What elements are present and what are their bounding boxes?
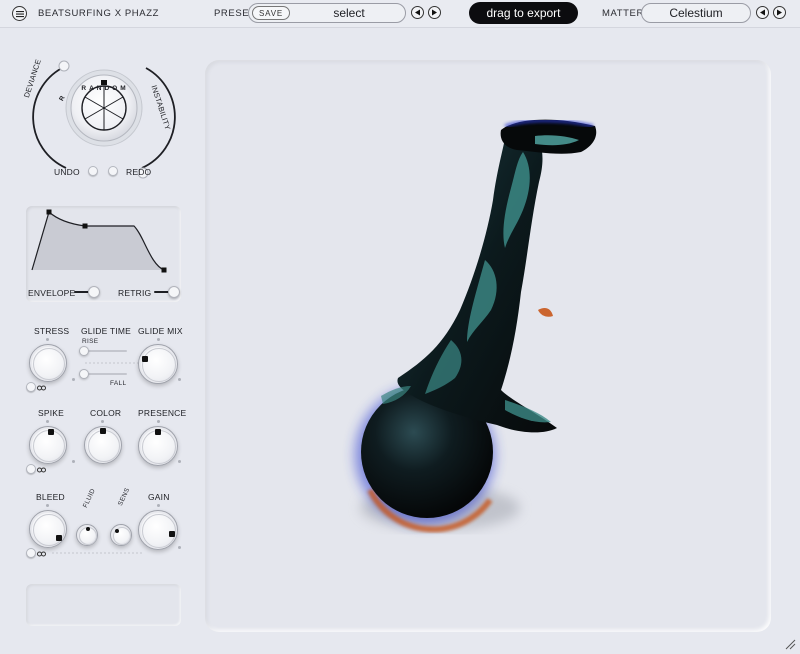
preset-next-button[interactable] bbox=[428, 6, 441, 19]
preset-prev-button[interactable] bbox=[411, 6, 424, 19]
envelope-toggle[interactable] bbox=[74, 286, 100, 298]
matter-next-button[interactable] bbox=[773, 6, 786, 19]
matter-visualizer[interactable] bbox=[205, 60, 771, 632]
glide-rise-slider[interactable] bbox=[79, 346, 127, 356]
spike-knob[interactable] bbox=[29, 426, 67, 464]
menu-button[interactable] bbox=[12, 6, 27, 21]
spike-mod-slot[interactable] bbox=[26, 464, 36, 474]
control-panel: R RANDOM DEVIANCE INSTABILITY UNDO REDO … bbox=[0, 28, 200, 654]
brand-title: BEATSURFING X PHAZZ bbox=[38, 8, 160, 19]
color-knob[interactable] bbox=[84, 426, 122, 464]
retrig-label: RETRIG bbox=[118, 288, 152, 298]
glide-mix-knob[interactable] bbox=[138, 344, 178, 384]
retrig-toggle[interactable] bbox=[154, 286, 180, 298]
chain-link-icon bbox=[37, 385, 46, 391]
drag-to-export-button[interactable]: drag to export bbox=[469, 2, 578, 24]
triangle-left-icon bbox=[415, 9, 420, 16]
preset-name: select bbox=[333, 6, 365, 20]
matter-prev-button[interactable] bbox=[756, 6, 769, 19]
redo-label: REDO bbox=[126, 167, 152, 177]
preset-selector[interactable]: SAVE select bbox=[248, 3, 406, 23]
matter-label: MATTER bbox=[602, 8, 644, 19]
envelope-decay-point bbox=[82, 223, 88, 229]
glide-fall-slider[interactable] bbox=[79, 369, 127, 379]
glide-time-label: GLIDE TIME bbox=[81, 326, 132, 336]
fluid-label: FLUID bbox=[82, 487, 97, 509]
matter-selector[interactable]: Celestium bbox=[641, 3, 751, 23]
triangle-right-icon bbox=[432, 9, 437, 16]
fall-label: FALL bbox=[110, 380, 127, 387]
presence-knob[interactable] bbox=[138, 426, 178, 466]
deviance-handle[interactable] bbox=[58, 60, 70, 72]
chain-link-icon bbox=[37, 467, 46, 473]
bottom-display bbox=[26, 584, 181, 626]
instability-arc[interactable] bbox=[141, 67, 176, 169]
bleed-label: BLEED bbox=[36, 492, 65, 502]
stress-mod-slot[interactable] bbox=[26, 382, 36, 392]
rise-label: RISE bbox=[82, 338, 99, 345]
stress-knob[interactable] bbox=[29, 344, 67, 382]
spike-label: SPIKE bbox=[38, 408, 65, 418]
color-label: COLOR bbox=[90, 408, 122, 418]
bleed-mod-slot[interactable] bbox=[26, 548, 36, 558]
top-bar: BEATSURFING X PHAZZ PRESET SAVE select d… bbox=[0, 0, 800, 28]
presence-label: PRESENCE bbox=[138, 408, 187, 418]
envelope-label: ENVELOPE bbox=[28, 288, 76, 298]
deviance-arc[interactable] bbox=[32, 67, 67, 169]
hamburger-icon bbox=[15, 10, 24, 17]
matter-blob bbox=[355, 119, 597, 533]
undo-label: UNDO bbox=[54, 167, 80, 177]
triangle-right-icon bbox=[777, 9, 782, 16]
redo-button[interactable] bbox=[108, 166, 118, 176]
stress-label: STRESS bbox=[34, 326, 70, 336]
dial-text: RANDOM bbox=[81, 85, 129, 92]
fluid-knob[interactable] bbox=[76, 524, 98, 546]
envelope-attack-point bbox=[46, 209, 52, 215]
save-button[interactable]: SAVE bbox=[252, 6, 290, 20]
sens-knob[interactable] bbox=[110, 524, 132, 546]
bleed-knob[interactable] bbox=[29, 510, 67, 548]
glide-mix-label: GLIDE MIX bbox=[138, 326, 183, 336]
gain-knob[interactable] bbox=[138, 510, 178, 550]
resize-grip-icon[interactable] bbox=[784, 638, 796, 650]
undo-button[interactable] bbox=[88, 166, 98, 176]
triangle-left-icon bbox=[760, 9, 765, 16]
gain-label: GAIN bbox=[148, 492, 170, 502]
envelope-release-point bbox=[161, 267, 167, 273]
chain-link-icon bbox=[37, 551, 46, 557]
sens-label: SENS bbox=[117, 486, 132, 507]
